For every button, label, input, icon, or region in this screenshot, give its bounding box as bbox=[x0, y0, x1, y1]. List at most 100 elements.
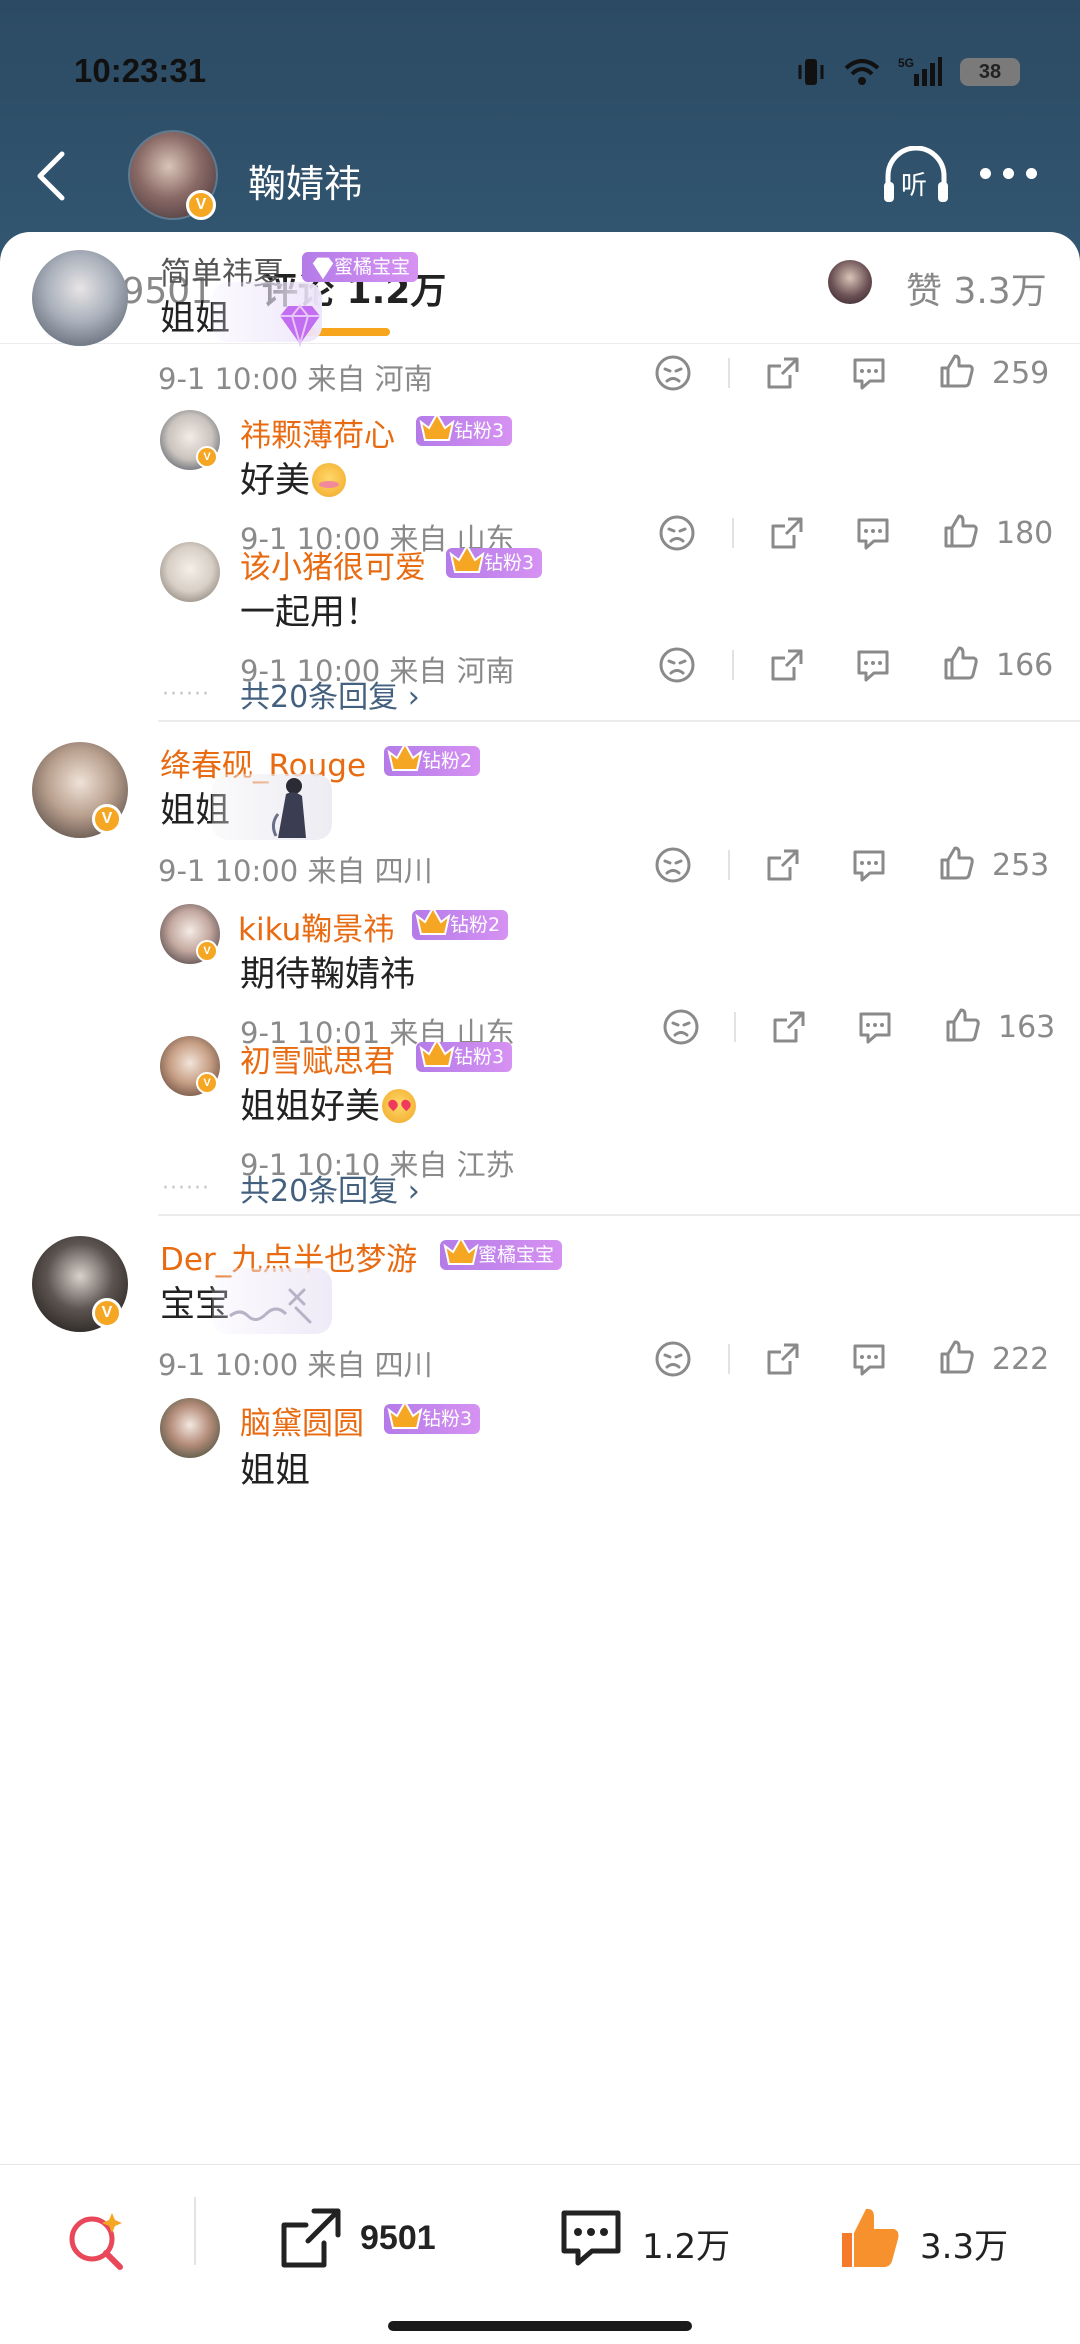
dot-icon bbox=[1026, 168, 1037, 179]
svg-text:5G: 5G bbox=[898, 56, 914, 70]
like-count: 163 bbox=[998, 1010, 1056, 1045]
share-icon[interactable] bbox=[764, 846, 802, 884]
comment-icon[interactable] bbox=[850, 1340, 888, 1378]
share-icon[interactable] bbox=[764, 354, 802, 392]
like-count[interactable]: 3.3万 bbox=[920, 2219, 1008, 2268]
comment-meta: 9-1 10:00 来自 河南 bbox=[158, 362, 433, 396]
dislike-icon[interactable] bbox=[654, 1340, 692, 1378]
diamond-icon bbox=[312, 257, 334, 280]
crown-icon bbox=[443, 1235, 479, 1265]
top-header: 10:23:31 5G 38 V 鞠婧祎 听 bbox=[0, 0, 1080, 260]
status-time: 10:23:31 bbox=[74, 52, 207, 89]
like-icon[interactable] bbox=[942, 512, 980, 550]
comment-icon[interactable] bbox=[854, 646, 892, 684]
share-icon[interactable] bbox=[768, 646, 806, 684]
comment-count[interactable]: 1.2万 bbox=[642, 2219, 730, 2268]
liker-avatar[interactable] bbox=[828, 260, 872, 304]
reply-text: 好美 bbox=[240, 452, 347, 503]
separator bbox=[728, 850, 730, 880]
more-replies-link[interactable]: 共20条回复 › bbox=[240, 672, 420, 716]
profile-name[interactable]: 鞠婧祎 bbox=[248, 153, 362, 208]
fan-badge: 钻粉3 bbox=[416, 1037, 513, 1072]
reply-text: 期待鞠婧祎 bbox=[240, 955, 416, 995]
like-icon[interactable] bbox=[938, 844, 976, 882]
dot-icon bbox=[980, 168, 991, 179]
tab-likes[interactable]: 赞 3.3万 bbox=[906, 262, 1047, 314]
comment-icon[interactable] bbox=[854, 514, 892, 552]
comment-meta: 9-1 10:00 来自 四川 bbox=[158, 854, 433, 888]
separator bbox=[732, 518, 734, 548]
status-icons: 5G 38 bbox=[796, 56, 1020, 88]
diamond-icon bbox=[280, 304, 320, 348]
more-replies-link[interactable]: 共20条回复 › bbox=[240, 1166, 420, 1210]
vibrate-icon bbox=[798, 59, 824, 85]
headphones-icon: 听 bbox=[884, 145, 948, 202]
dislike-icon[interactable] bbox=[654, 846, 692, 884]
like-filled-icon[interactable] bbox=[836, 2203, 906, 2273]
repost-icon[interactable] bbox=[278, 2205, 344, 2271]
fan-badge: 钻粉3 bbox=[384, 1399, 481, 1434]
commenter-avatar[interactable] bbox=[32, 250, 128, 346]
comment-divider bbox=[158, 720, 1080, 722]
more-options-button[interactable] bbox=[980, 168, 1040, 184]
reply-username[interactable]: 脑黛圆圆 bbox=[240, 1398, 364, 1443]
dislike-icon[interactable] bbox=[662, 1008, 700, 1046]
reply-avatar[interactable] bbox=[160, 542, 220, 602]
like-count: 259 bbox=[992, 356, 1050, 391]
like-count: 166 bbox=[996, 648, 1054, 683]
reply-avatar[interactable] bbox=[160, 1398, 220, 1458]
crown-icon bbox=[387, 741, 423, 771]
dislike-icon[interactable] bbox=[654, 354, 692, 392]
chevron-left-icon bbox=[37, 151, 65, 201]
comment-icon[interactable] bbox=[850, 846, 888, 884]
verified-badge-icon: V bbox=[186, 190, 216, 220]
bottom-action-bar: 9501 1.2万 3.3万 bbox=[0, 2164, 1080, 2344]
back-button[interactable] bbox=[30, 148, 74, 204]
crown-icon bbox=[387, 1399, 423, 1429]
ai-search-icon[interactable] bbox=[64, 2209, 130, 2275]
reply-username[interactable]: kiku鞠景祎 bbox=[238, 904, 394, 949]
reply-username[interactable]: 祎颗薄荷心 bbox=[240, 410, 395, 455]
dislike-icon[interactable] bbox=[658, 514, 696, 552]
reply-text: 姐姐好美 bbox=[240, 1078, 417, 1129]
share-icon[interactable] bbox=[768, 514, 806, 552]
comment-icon[interactable] bbox=[558, 2205, 624, 2271]
comments-card: 转发 9501 评论 1.2万 赞 3.3万 简单祎夏 蜜橘宝宝 姐姐 9-1 … bbox=[0, 232, 1080, 2344]
figure-sticker-icon bbox=[271, 778, 306, 838]
crown-icon bbox=[415, 905, 451, 935]
listen-button[interactable]: 听 bbox=[880, 145, 952, 206]
fan-badge: 蜜橘宝宝 bbox=[440, 1235, 563, 1270]
share-icon[interactable] bbox=[764, 1340, 802, 1378]
share-icon[interactable] bbox=[770, 1008, 808, 1046]
dotted-leader: ······ bbox=[162, 1176, 210, 1201]
dislike-icon[interactable] bbox=[658, 646, 696, 684]
repost-count[interactable]: 9501 bbox=[360, 2219, 436, 2258]
fan-badge: 钻粉3 bbox=[446, 543, 543, 578]
signal-icon: 5G bbox=[898, 56, 942, 86]
comment-icon[interactable] bbox=[856, 1008, 894, 1046]
wifi-icon bbox=[844, 59, 880, 85]
like-icon[interactable] bbox=[938, 1338, 976, 1376]
verified-badge-icon: V bbox=[92, 804, 122, 834]
like-count: 180 bbox=[996, 516, 1054, 551]
svg-text:听: 听 bbox=[901, 171, 927, 201]
separator bbox=[732, 650, 734, 680]
separator bbox=[194, 2197, 196, 2265]
like-icon[interactable] bbox=[944, 1006, 982, 1044]
verified-badge-icon: V bbox=[196, 446, 218, 468]
fan-badge: 蜜橘宝宝 bbox=[302, 252, 419, 282]
like-icon[interactable] bbox=[942, 644, 980, 682]
doodle-sticker-icon bbox=[229, 1288, 312, 1324]
reply-username[interactable]: 初雪赋思君 bbox=[240, 1036, 395, 1081]
comment-icon[interactable] bbox=[850, 354, 888, 392]
like-count: 222 bbox=[992, 1342, 1050, 1377]
heart-eyes-emoji-icon bbox=[382, 1089, 417, 1123]
separator bbox=[734, 1012, 736, 1042]
dot-icon bbox=[1003, 168, 1014, 179]
blush-emoji-icon bbox=[312, 463, 347, 497]
fan-badge: 钻粉3 bbox=[416, 411, 513, 446]
like-icon[interactable] bbox=[938, 352, 976, 390]
fan-badge: 钻粉2 bbox=[412, 905, 509, 940]
home-indicator[interactable] bbox=[388, 2321, 692, 2331]
reply-username[interactable]: 该小猪很可爱 bbox=[240, 542, 426, 587]
